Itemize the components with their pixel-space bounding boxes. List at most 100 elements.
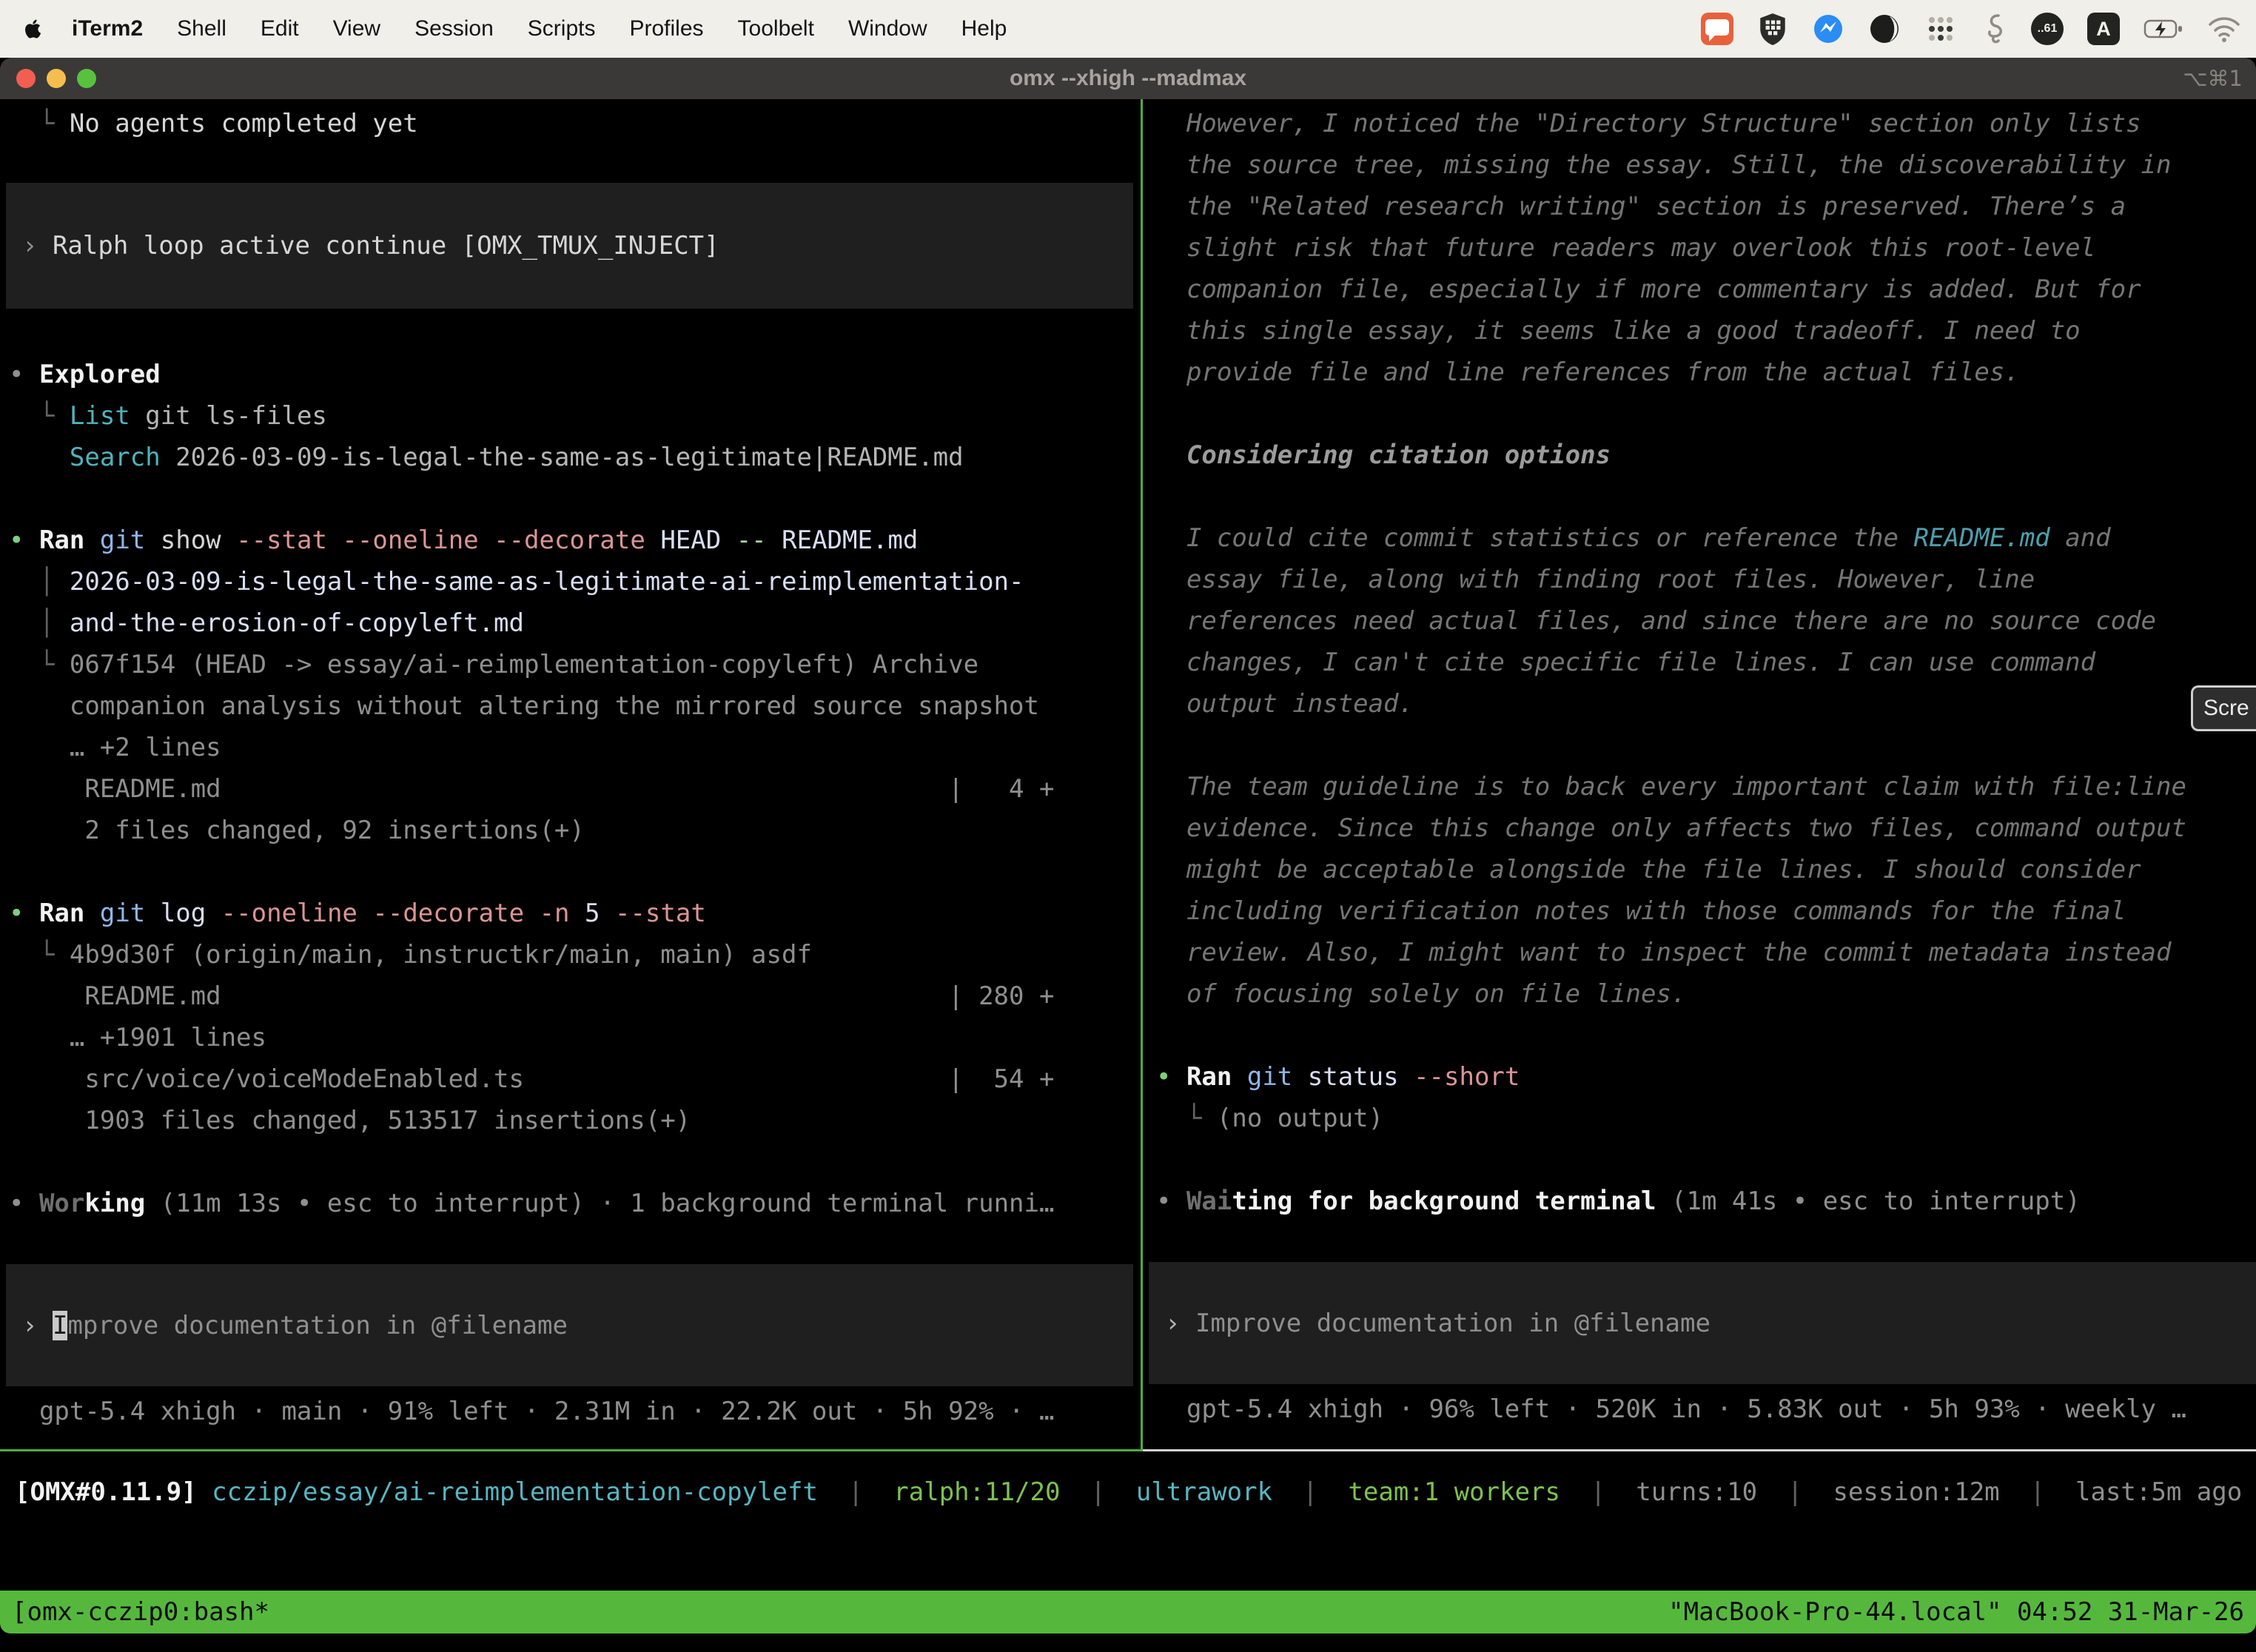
text-segment: HEAD bbox=[660, 526, 721, 555]
text-segment: references need actual files, and since … bbox=[1156, 606, 2156, 636]
wifi-icon[interactable] bbox=[2207, 16, 2241, 42]
letter-a-icon[interactable]: A bbox=[2087, 13, 2120, 45]
git-log-stat-line: src/voice/voiceModeEnabled.ts | 54 + bbox=[0, 1058, 1141, 1100]
menu-view[interactable]: View bbox=[316, 16, 397, 41]
battery-charging-icon[interactable] bbox=[2143, 18, 2183, 40]
thinking-text: companion file, especially if more comme… bbox=[1143, 269, 2256, 310]
text-segment: README.md bbox=[782, 526, 918, 555]
text-segment: List bbox=[70, 401, 130, 431]
text-segment: [OMX#0.11.9] bbox=[15, 1477, 197, 1507]
text-segment: Ran bbox=[39, 526, 84, 555]
text-segment: Considering citation options bbox=[1156, 440, 1611, 470]
text-segment: 2026-03-09-is-legal-the-same-as-legitima… bbox=[161, 443, 964, 472]
thinking-text: slight risk that future readers may over… bbox=[1143, 227, 2256, 269]
thinking-text: of focusing solely on file lines. bbox=[1143, 973, 2256, 1015]
text-segment bbox=[1232, 1062, 1246, 1092]
text-segment: Ran bbox=[39, 899, 84, 928]
zoom-button[interactable] bbox=[77, 69, 96, 88]
text-segment: companion file, especially if more comme… bbox=[1156, 275, 2141, 304]
menu-help[interactable]: Help bbox=[944, 16, 1024, 41]
screen-overlay-label: Scre bbox=[2203, 696, 2249, 721]
screen-overlay-button[interactable]: Scre bbox=[2191, 685, 2256, 731]
text-segment: 1903 files changed, 513517 insertions(+) bbox=[9, 1106, 691, 1135]
text-segment: of focusing solely on file lines. bbox=[1156, 979, 1686, 1009]
close-button[interactable] bbox=[16, 69, 36, 88]
thinking-text: review. Also, I might want to inspect th… bbox=[1143, 932, 2256, 973]
text-segment: ting for background terminal bbox=[1232, 1186, 1656, 1216]
text-segment: └ bbox=[9, 940, 70, 970]
prompt-input[interactable]: › Improve documentation in @filename bbox=[1149, 1262, 2256, 1384]
text-segment: 2026-03-09-is-legal-the-same-as-legitima… bbox=[70, 567, 1024, 597]
model-status-line: gpt-5.4 xhigh · main · 91% left · 2.31M … bbox=[0, 1391, 1141, 1432]
tmux-pane-left[interactable]: └ No agents completed yet› Ralph loop ac… bbox=[0, 99, 1141, 1449]
chat-icon[interactable] bbox=[1701, 13, 1733, 45]
menu-profiles[interactable]: Profiles bbox=[612, 16, 720, 41]
squiggle-icon[interactable] bbox=[1981, 13, 2007, 45]
pane-divider[interactable] bbox=[1141, 99, 1143, 1451]
tmux-host-clock-label: "MacBook-Pro-44.local" 04:52 31-Mar-26 bbox=[1668, 1597, 2244, 1627]
text-segment: gpt-5.4 xhigh · main · 91% left · 2.31M … bbox=[9, 1397, 1054, 1426]
text-segment: essay file, along with finding root file… bbox=[1156, 565, 2035, 594]
menu-scripts[interactable]: Scripts bbox=[511, 16, 613, 41]
minimize-button[interactable] bbox=[47, 69, 66, 88]
text-segment: └ bbox=[1156, 1104, 1217, 1133]
git-show-stat-line: 2 files changed, 92 insertions(+) bbox=[0, 810, 1141, 851]
text-segment: -n bbox=[540, 899, 570, 928]
text-segment: • bbox=[1156, 1186, 1186, 1216]
text-segment: 5 bbox=[585, 899, 600, 928]
text-segment bbox=[600, 899, 615, 928]
thinking-text: provide file and line references from th… bbox=[1143, 352, 2256, 393]
menu-shell[interactable]: Shell bbox=[160, 16, 244, 41]
text-segment: src/voice/voiceModeEnabled.ts | 54 + bbox=[9, 1064, 1054, 1094]
dots-grid-icon[interactable] bbox=[1924, 13, 1957, 45]
text-segment: • bbox=[9, 526, 39, 555]
text-segment: 4b9d30f (origin/main, instructkr/main, m… bbox=[70, 940, 812, 970]
prompt-input[interactable]: › Improve documentation in @filename bbox=[6, 1264, 1133, 1386]
text-segment: │ bbox=[9, 608, 70, 638]
text-segment bbox=[197, 1477, 212, 1507]
text-segment: and-the-erosion-of-copyleft.md bbox=[70, 608, 524, 638]
menu-bar: iTerm2ShellEditViewSessionScriptsProfile… bbox=[0, 0, 2256, 58]
messenger-bolt-icon[interactable] bbox=[1812, 13, 1844, 45]
text-segment: › bbox=[22, 1311, 53, 1340]
menu-edit[interactable]: Edit bbox=[244, 16, 316, 41]
text-segment: team:1 workers bbox=[1348, 1477, 1560, 1507]
text-segment: the source tree, missing the essay. Stil… bbox=[1156, 150, 2171, 180]
text-segment: the "Related research writing" section i… bbox=[1156, 192, 2126, 221]
omx-status-line: [OMX#0.11.9] cczip/essay/ai-reimplementa… bbox=[0, 1471, 2256, 1513]
text-segment: changes, I can't cite specific file line… bbox=[1156, 648, 2095, 677]
text-segment: might be acceptable alongside the file l… bbox=[1156, 855, 2141, 884]
menu-window[interactable]: Window bbox=[831, 16, 944, 41]
menu-iterm2[interactable]: iTerm2 bbox=[55, 16, 160, 41]
menu-session[interactable]: Session bbox=[397, 16, 511, 41]
text-segment: evidence. Since this change only affects… bbox=[1156, 813, 2186, 843]
text-segment bbox=[524, 899, 539, 928]
text-segment: ultrawork bbox=[1136, 1477, 1272, 1507]
text-segment: | bbox=[1757, 1477, 1833, 1507]
text-segment: show bbox=[145, 526, 236, 555]
text-segment: (1m 41s • esc to interrupt) bbox=[1656, 1186, 2081, 1216]
text-segment: ralph:11/20 bbox=[893, 1477, 1060, 1507]
window-titlebar[interactable]: omx --xhigh --madmax ⌥⌘1 bbox=[0, 58, 2256, 99]
menu-toolbelt[interactable]: Toolbelt bbox=[721, 16, 831, 41]
git-log-stat-line: 1903 files changed, 513517 insertions(+) bbox=[0, 1100, 1141, 1141]
thinking-text: evidence. Since this change only affects… bbox=[1143, 807, 2256, 849]
thinking-text: changes, I can't cite specific file line… bbox=[1143, 642, 2256, 683]
text-segment bbox=[645, 526, 660, 555]
text-segment: Search bbox=[70, 443, 161, 472]
thinking-text: this single essay, it seems like a good … bbox=[1143, 310, 2256, 352]
pie-crescent-icon[interactable] bbox=[1868, 13, 1901, 45]
text-segment: However, I noticed the "Directory Struct… bbox=[1156, 109, 2141, 138]
shield-grid-icon[interactable] bbox=[1757, 12, 1788, 46]
blank-line bbox=[1143, 725, 2256, 766]
text-segment: • bbox=[9, 360, 39, 389]
inactive-pane-bottom-border bbox=[1143, 1449, 2256, 1451]
iterm-window: omx --xhigh --madmax ⌥⌘1 └ No agents com… bbox=[0, 58, 2256, 1633]
gauge-icon[interactable]: ..61 bbox=[2031, 13, 2064, 45]
text-segment: and bbox=[2050, 523, 2111, 553]
tmux-pane-right[interactable]: However, I noticed the "Directory Struct… bbox=[1143, 99, 2256, 1449]
text-segment bbox=[767, 526, 782, 555]
text-segment: git ls-files bbox=[130, 401, 327, 431]
apple-menu-icon[interactable] bbox=[22, 18, 44, 40]
text-segment: README.md bbox=[1914, 523, 2050, 553]
